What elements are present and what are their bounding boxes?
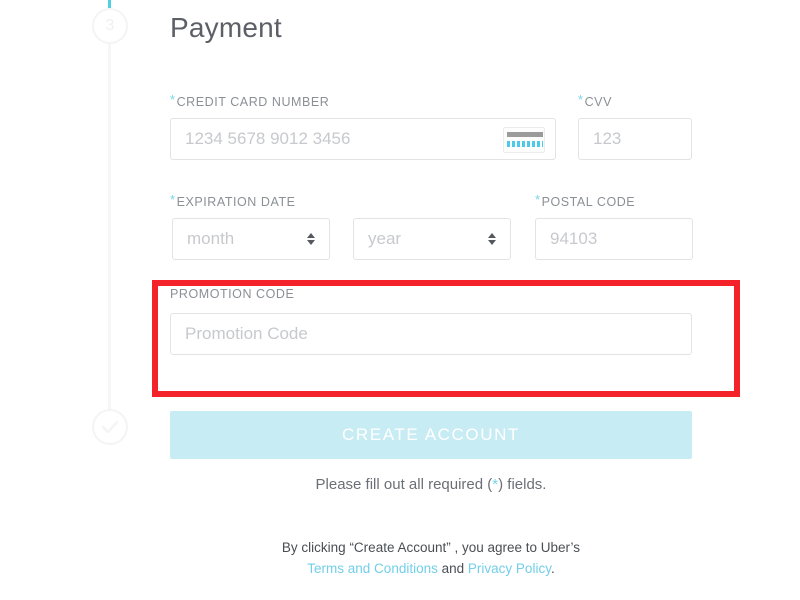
postal-code-label-text: POSTAL CODE: [541, 195, 636, 209]
stepper-rail-inactive: [108, 43, 111, 408]
stepper-step-complete[interactable]: [92, 409, 128, 445]
promotion-code-placeholder: Promotion Code: [185, 324, 308, 343]
expiration-year-value: year: [368, 229, 402, 248]
postal-code-input[interactable]: 94103: [535, 218, 693, 260]
required-note-prefix: Please fill out all required (: [315, 476, 493, 493]
stepper-rail-active: [108, 0, 111, 8]
credit-card-number-input[interactable]: 1234 5678 9012 3456: [170, 118, 556, 160]
required-asterisk: *: [170, 92, 176, 107]
stepper-rail-tail: [108, 405, 111, 409]
required-asterisk: *: [578, 92, 584, 107]
cvv-input[interactable]: 123: [578, 118, 692, 160]
expiration-month-value: month: [187, 229, 235, 248]
credit-card-number-label: *CREDIT CARD NUMBER: [170, 92, 329, 109]
spinner-arrows-icon: [307, 233, 315, 245]
expiration-year-select[interactable]: year: [353, 218, 511, 260]
checkout-stepper: 3: [0, 0, 150, 600]
page-title: Payment: [170, 12, 282, 43]
expiration-date-label-text: EXPIRATION DATE: [176, 195, 296, 209]
cvv-placeholder: 123: [593, 129, 622, 148]
stepper-step-3-number: 3: [105, 17, 115, 34]
postal-code-label: *POSTAL CODE: [535, 192, 635, 209]
legal-line-1: By clicking “Create Account” , you agree…: [281, 540, 581, 555]
payment-form: Payment *CREDIT CARD NUMBER 1234 5678 90…: [170, 0, 700, 355]
promotion-code-input[interactable]: Promotion Code: [170, 313, 692, 355]
cvv-label: *CVV: [578, 92, 612, 109]
check-circle-icon: [99, 416, 121, 438]
credit-card-icon: [503, 127, 545, 153]
terms-and-conditions-link[interactable]: Terms and Conditions: [307, 561, 438, 576]
postal-code-placeholder: 94103: [550, 229, 598, 248]
required-fields-note: Please fill out all required (*) fields.: [170, 476, 692, 493]
credit-card-number-placeholder: 1234 5678 9012 3456: [185, 129, 351, 148]
promotion-code-label: PROMOTION CODE: [170, 287, 295, 301]
required-asterisk: *: [170, 192, 176, 207]
legal-conjunction: and: [441, 561, 465, 576]
cvv-label-text: CVV: [584, 95, 612, 109]
required-asterisk: *: [535, 192, 541, 207]
required-note-suffix: ) fields.: [498, 476, 547, 493]
create-account-button[interactable]: CREATE ACCOUNT: [170, 411, 692, 459]
privacy-policy-link[interactable]: Privacy Policy: [468, 561, 551, 576]
legal-disclaimer: By clicking “Create Account” , you agree…: [170, 537, 692, 579]
credit-card-number-label-text: CREDIT CARD NUMBER: [176, 95, 330, 109]
expiration-month-select[interactable]: month: [172, 218, 330, 260]
legal-period: .: [550, 561, 555, 576]
expiration-date-label: *EXPIRATION DATE: [170, 192, 296, 209]
stepper-step-3[interactable]: 3: [92, 8, 128, 44]
spinner-arrows-icon: [488, 233, 496, 245]
